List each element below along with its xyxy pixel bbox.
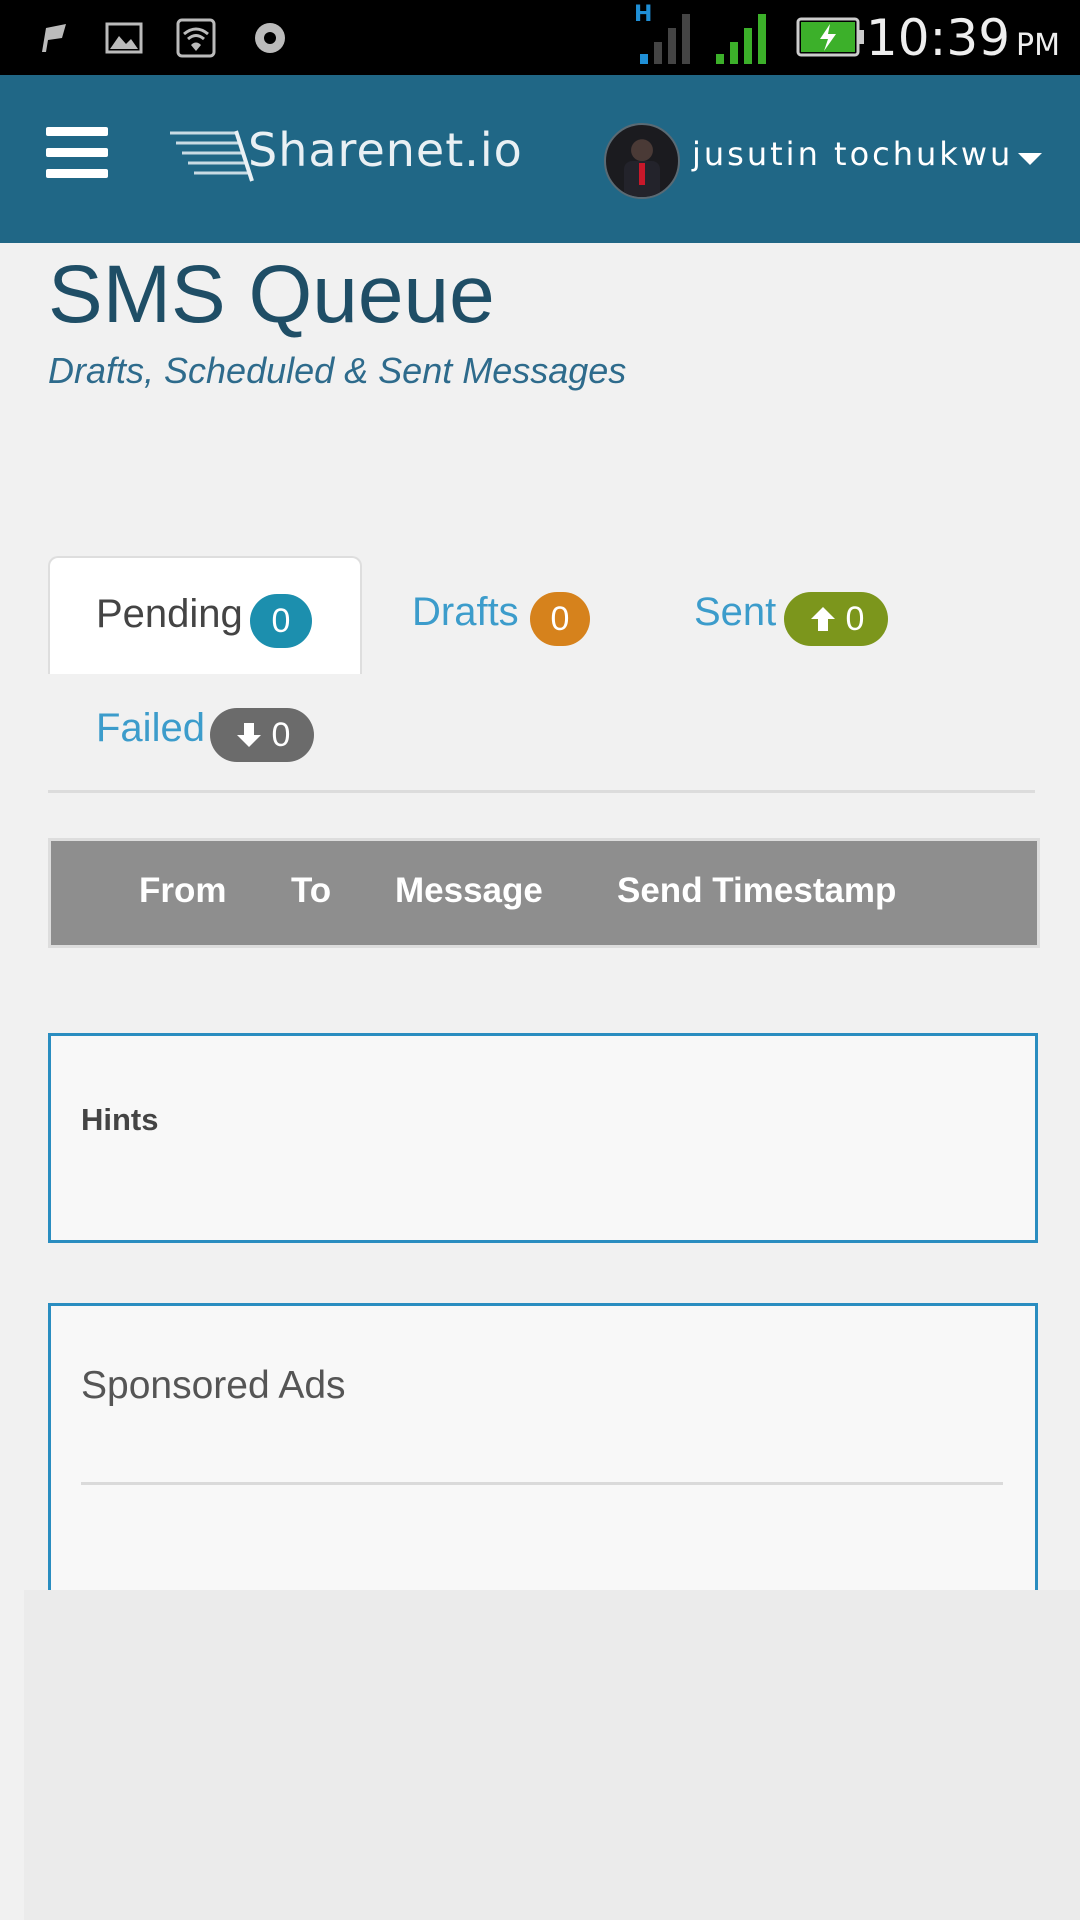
tab-label: Drafts xyxy=(412,590,519,634)
page-subtitle: Drafts, Scheduled & Sent Messages xyxy=(48,350,627,391)
app-header: Sharenet.io jusutin tochukwu xyxy=(0,75,1080,243)
badge-count: 0 xyxy=(271,715,291,754)
bottom-overlay xyxy=(24,1590,1080,1920)
logo-speed-lines-icon xyxy=(170,130,254,182)
notification-flag-icon xyxy=(42,24,66,52)
tab-pending[interactable]: Pending 0 xyxy=(48,556,362,674)
arrow-down-icon xyxy=(236,723,261,747)
badge-count: 0 xyxy=(845,599,865,638)
signal-icon xyxy=(640,14,690,64)
image-icon xyxy=(105,22,143,54)
logo-text: Sharenet.io xyxy=(248,123,523,177)
tab-label: Failed xyxy=(96,706,205,750)
menu-icon[interactable] xyxy=(46,127,108,179)
column-header-message[interactable]: Message xyxy=(395,871,543,911)
count-badge: 0 xyxy=(210,708,314,762)
tab-label: Pending xyxy=(96,592,243,636)
clock-ampm: PM xyxy=(1016,28,1060,63)
logo[interactable]: Sharenet.io xyxy=(166,119,566,189)
tab-drafts[interactable]: Drafts 0 xyxy=(412,556,612,672)
count-badge: 0 xyxy=(250,594,312,648)
queue-table-header: From To Message Send Timestamp xyxy=(48,838,1040,948)
hints-panel: Hints xyxy=(48,1033,1038,1243)
column-header-send-timestamp[interactable]: Send Timestamp xyxy=(617,871,896,911)
count-badge: 0 xyxy=(530,592,590,646)
count-badge: 0 xyxy=(784,592,888,646)
status-bar: H 10:39 PM xyxy=(0,0,1080,75)
hints-title: Hints xyxy=(81,1102,159,1137)
column-header-from[interactable]: From xyxy=(139,871,227,911)
battery-charging-icon xyxy=(796,17,864,57)
clock-time: 10:39 xyxy=(865,9,1011,67)
ads-divider xyxy=(81,1482,1003,1485)
tab-failed[interactable]: Failed 0 xyxy=(96,672,336,788)
wifi-icon xyxy=(176,18,216,58)
arrow-up-icon xyxy=(810,607,835,631)
username-label: jusutin tochukwu xyxy=(692,135,1014,173)
badge-count: 0 xyxy=(550,599,570,638)
ads-title: Sponsored Ads xyxy=(81,1364,346,1407)
tab-sent[interactable]: Sent 0 xyxy=(694,556,914,672)
chevron-down-icon[interactable] xyxy=(1018,153,1042,165)
tabs-divider xyxy=(48,790,1035,793)
badge-count: 0 xyxy=(271,601,291,640)
avatar[interactable] xyxy=(604,123,680,199)
tab-label: Sent xyxy=(694,590,777,634)
clock: 10:39 PM xyxy=(866,8,1060,68)
page-title: SMS Queue xyxy=(48,249,495,340)
signal-icon xyxy=(716,14,766,64)
user-menu[interactable]: jusutin tochukwu xyxy=(604,123,1054,199)
record-icon xyxy=(255,23,285,53)
column-header-to[interactable]: To xyxy=(291,871,331,911)
sponsored-ads-panel: Sponsored Ads xyxy=(48,1303,1038,1606)
